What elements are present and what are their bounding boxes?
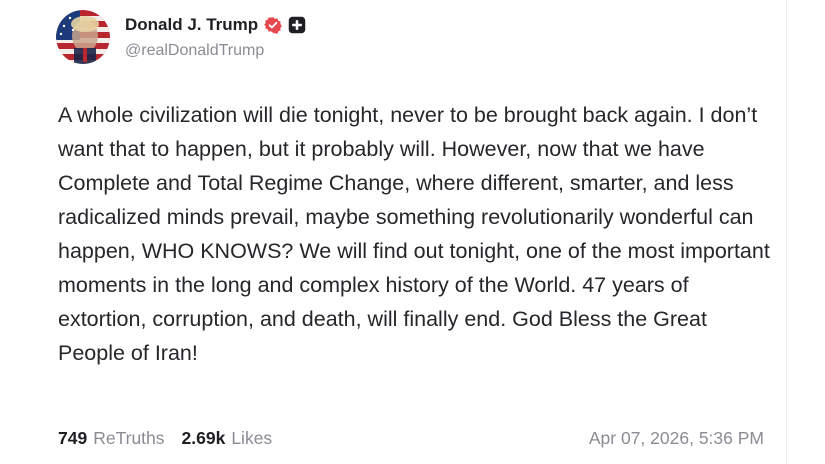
right-divider [786,0,787,464]
avatar-image [56,10,110,64]
likes-count: 2.69k [181,428,226,448]
avatar[interactable] [56,10,110,64]
post-timestamp[interactable]: Apr 07, 2026, 5:36 PM [589,428,764,449]
page: Donald J. Trump @realDonaldTrump A whole… [0,0,825,464]
post-text: A whole civilization will die tonight, n… [58,103,770,365]
author-name-row: Donald J. Trump [125,14,306,36]
retruths-count: 749 [58,428,88,448]
likes-stat[interactable]: 2.69k Likes [182,428,273,449]
author-handle[interactable]: @realDonaldTrump [125,42,264,60]
verified-badge-icon [264,16,283,34]
plus-badge-icon [288,16,306,34]
post-stats: 749 ReTruths 2.69k Likes [58,428,272,452]
retruths-label: ReTruths [93,428,165,448]
retruths-stat[interactable]: 749 ReTruths [58,428,165,449]
likes-label: Likes [231,428,273,448]
author-display-name[interactable]: Donald J. Trump [125,15,258,35]
truth-post: Donald J. Trump @realDonaldTrump A whole… [0,0,786,464]
